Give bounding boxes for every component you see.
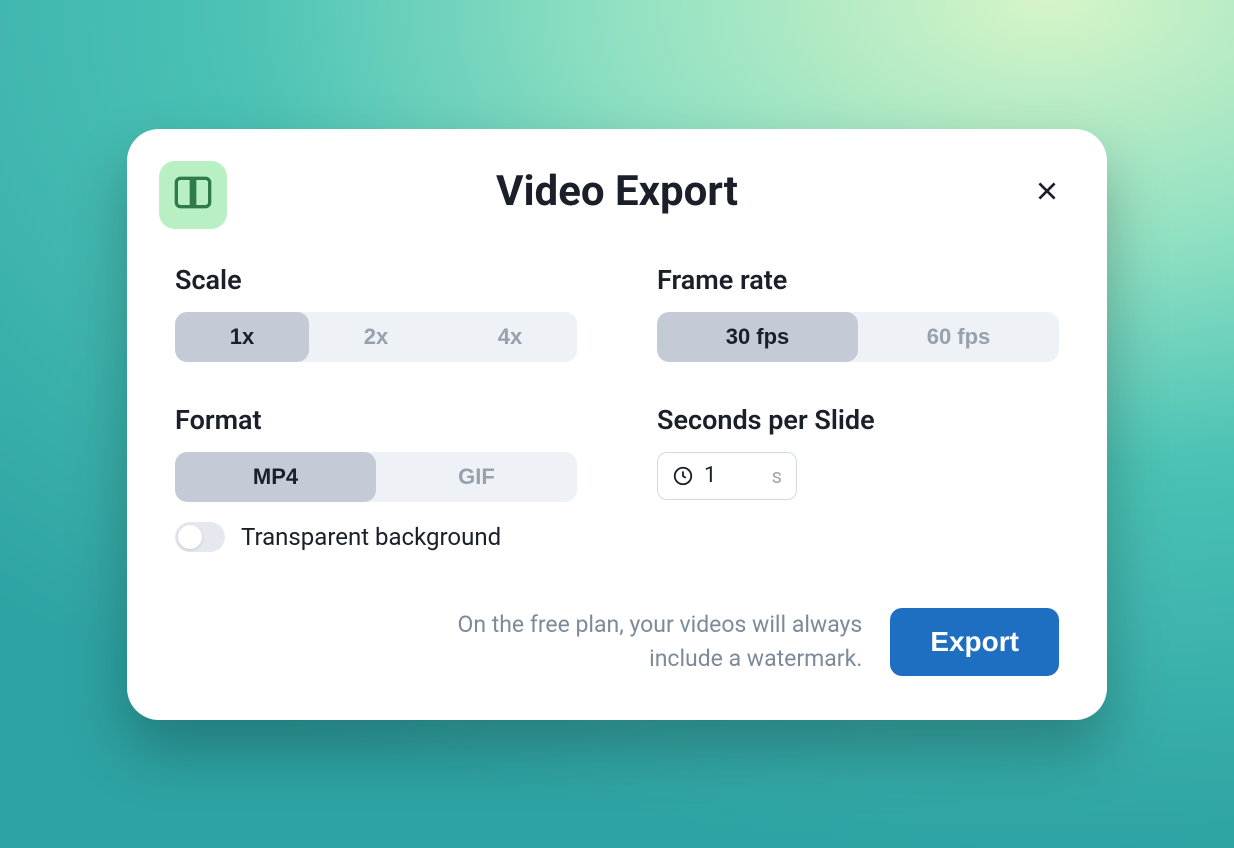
seconds-label: Seconds per Slide <box>657 404 1059 436</box>
watermark-disclaimer: On the free plan, your videos will alway… <box>402 608 862 675</box>
seconds-input[interactable]: 1 s <box>657 452 797 500</box>
scale-option-4x[interactable]: 4x <box>443 312 577 362</box>
framerate-label: Frame rate <box>657 264 1059 296</box>
framerate-segmented: 30 fps 60 fps <box>657 312 1059 362</box>
video-export-dialog: Video Export Scale 1x 2x 4x Frame rate 3… <box>127 129 1107 720</box>
scale-section: Scale 1x 2x 4x <box>175 264 577 362</box>
format-label: Format <box>175 404 577 436</box>
transparent-label: Transparent background <box>241 523 501 551</box>
app-icon <box>159 161 227 229</box>
transparent-row: Transparent background <box>175 522 577 552</box>
scale-segmented: 1x 2x 4x <box>175 312 577 362</box>
format-segmented: MP4 GIF <box>175 452 577 502</box>
scale-option-2x[interactable]: 2x <box>309 312 443 362</box>
dialog-header: Video Export <box>175 167 1059 216</box>
toggle-knob <box>178 525 202 549</box>
seconds-value: 1 <box>704 463 762 488</box>
framerate-section: Frame rate 30 fps 60 fps <box>657 264 1059 362</box>
settings-grid: Scale 1x 2x 4x Frame rate 30 fps 60 fps … <box>175 264 1059 552</box>
close-icon <box>1034 178 1060 204</box>
dialog-footer: On the free plan, your videos will alway… <box>175 608 1059 676</box>
scale-label: Scale <box>175 264 577 296</box>
format-option-mp4[interactable]: MP4 <box>175 452 376 502</box>
clock-icon <box>672 465 694 487</box>
export-button[interactable]: Export <box>890 608 1059 676</box>
framerate-option-30[interactable]: 30 fps <box>657 312 858 362</box>
book-open-icon <box>173 175 213 215</box>
dialog-title: Video Export <box>496 167 738 216</box>
transparent-toggle[interactable] <box>175 522 225 552</box>
close-button[interactable] <box>1027 171 1067 211</box>
format-section: Format MP4 GIF Transparent background <box>175 404 577 552</box>
format-option-gif[interactable]: GIF <box>376 452 577 502</box>
framerate-option-60[interactable]: 60 fps <box>858 312 1059 362</box>
scale-option-1x[interactable]: 1x <box>175 312 309 362</box>
seconds-unit: s <box>772 464 782 488</box>
seconds-section: Seconds per Slide 1 s <box>657 404 1059 552</box>
